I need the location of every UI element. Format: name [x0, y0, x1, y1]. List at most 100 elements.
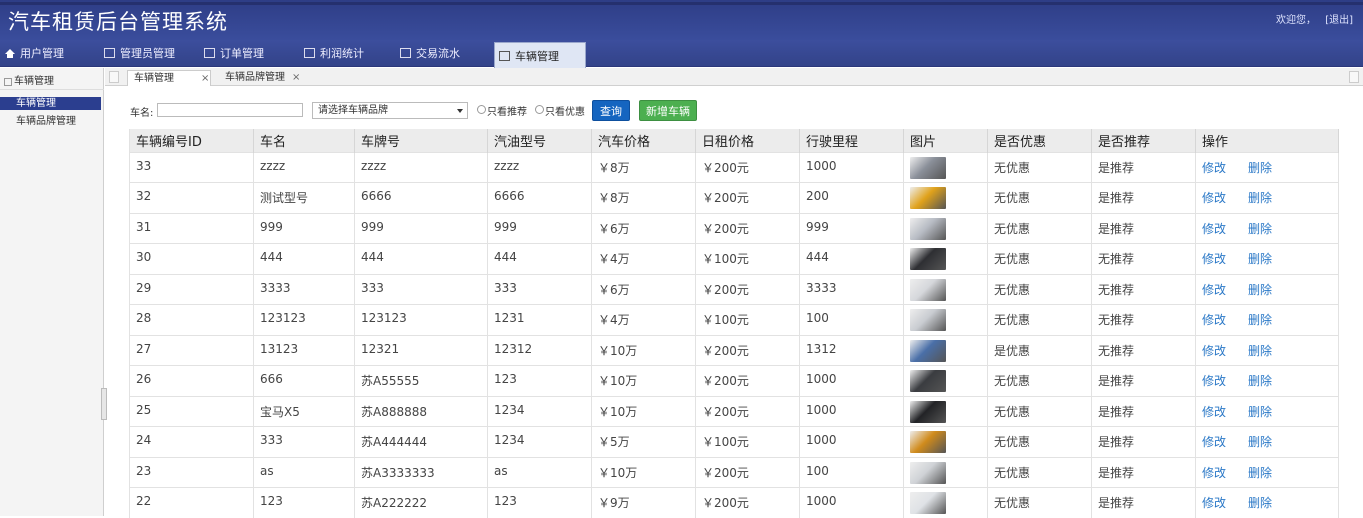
- cell-discount: 无优惠: [988, 396, 1092, 427]
- cell-name: 123: [254, 488, 355, 518]
- cell-image: [904, 183, 988, 214]
- tab-brands[interactable]: 车辆品牌管理 ×: [219, 70, 303, 86]
- cell-price: ￥8万: [592, 183, 696, 214]
- tab-scroll-right[interactable]: [1349, 71, 1359, 83]
- sidebar-heading[interactable]: 车辆管理: [0, 74, 104, 90]
- car-thumbnail[interactable]: [910, 431, 946, 453]
- cell-mileage: 1000: [800, 488, 904, 518]
- car-thumbnail[interactable]: [910, 187, 946, 209]
- delete-link[interactable]: 删除: [1248, 496, 1272, 510]
- nav-item-transactions[interactable]: 交易流水: [396, 40, 494, 67]
- cell-price: ￥6万: [592, 213, 696, 244]
- delete-link[interactable]: 删除: [1248, 466, 1272, 480]
- car-thumbnail[interactable]: [910, 248, 946, 270]
- nav-item-admins[interactable]: 管理员管理: [100, 40, 198, 67]
- brand-select[interactable]: 请选择车辆品牌: [312, 102, 468, 119]
- cell-fuel: 1234: [488, 396, 592, 427]
- column-header: 行驶里程: [800, 129, 904, 152]
- only-discount-radio[interactable]: [535, 105, 544, 114]
- cell-plate: 6666: [355, 183, 488, 214]
- column-header: 日租价格: [696, 129, 800, 152]
- only-recommended-radio[interactable]: [477, 105, 486, 114]
- cell-recommend: 是推荐: [1092, 183, 1196, 214]
- cell-fuel: 444: [488, 244, 592, 275]
- car-thumbnail[interactable]: [910, 462, 946, 484]
- cell-price: ￥5万: [592, 427, 696, 458]
- cell-image: [904, 396, 988, 427]
- car-thumbnail[interactable]: [910, 157, 946, 179]
- tab-scroll-left[interactable]: [109, 71, 119, 83]
- cell-daily: ￥200元: [696, 274, 800, 305]
- edit-link[interactable]: 修改: [1202, 496, 1226, 510]
- cell-plate: 999: [355, 213, 488, 244]
- delete-link[interactable]: 删除: [1248, 435, 1272, 449]
- delete-link[interactable]: 删除: [1248, 161, 1272, 175]
- nav-item-label: 交易流水: [416, 47, 460, 60]
- delete-link[interactable]: 删除: [1248, 191, 1272, 205]
- nav-item-users[interactable]: 用户管理: [0, 40, 98, 67]
- edit-link[interactable]: 修改: [1202, 405, 1226, 419]
- edit-link[interactable]: 修改: [1202, 283, 1226, 297]
- edit-link[interactable]: 修改: [1202, 252, 1226, 266]
- cell-discount: 无优惠: [988, 244, 1092, 275]
- cell-mileage: 1000: [800, 366, 904, 397]
- close-icon[interactable]: ×: [292, 70, 300, 85]
- query-button[interactable]: 查询: [592, 100, 630, 121]
- app-header: 汽车租赁后台管理系统 欢迎您， [退出]: [0, 0, 1363, 40]
- nav-item-orders[interactable]: 订单管理: [200, 40, 298, 67]
- cell-id: 24: [130, 427, 254, 458]
- car-thumbnail[interactable]: [910, 309, 946, 331]
- cell-plate: zzzz: [355, 152, 488, 183]
- sidebar-item-brands[interactable]: 车辆品牌管理: [0, 115, 101, 128]
- delete-link[interactable]: 删除: [1248, 313, 1272, 327]
- column-header: 车辆编号ID: [130, 129, 254, 152]
- edit-link[interactable]: 修改: [1202, 191, 1226, 205]
- sidebar-collapse-handle[interactable]: [101, 388, 107, 420]
- delete-link[interactable]: 删除: [1248, 344, 1272, 358]
- cell-image: [904, 274, 988, 305]
- sidebar-item-vehicles[interactable]: 车辆管理: [0, 97, 101, 110]
- edit-link[interactable]: 修改: [1202, 161, 1226, 175]
- edit-link[interactable]: 修改: [1202, 313, 1226, 327]
- car-thumbnail[interactable]: [910, 279, 946, 301]
- tab-label: 车辆品牌管理: [225, 72, 285, 83]
- search-toolbar: 车名: 请选择车辆品牌 只看推荐 只看优惠 查询 新增车辆: [105, 87, 1363, 125]
- delete-link[interactable]: 删除: [1248, 405, 1272, 419]
- close-icon[interactable]: ×: [201, 71, 209, 86]
- car-thumbnail[interactable]: [910, 401, 946, 423]
- cell-actions: 修改 删除: [1196, 152, 1339, 183]
- cell-name: 333: [254, 427, 355, 458]
- cell-fuel: 12312: [488, 335, 592, 366]
- delete-link[interactable]: 删除: [1248, 374, 1272, 388]
- delete-link[interactable]: 删除: [1248, 222, 1272, 236]
- cell-id: 32: [130, 183, 254, 214]
- edit-link[interactable]: 修改: [1202, 374, 1226, 388]
- logout-link[interactable]: [退出]: [1325, 15, 1353, 26]
- cell-plate: 12321: [355, 335, 488, 366]
- nav-item-vehicles[interactable]: 车辆管理: [494, 42, 586, 68]
- cell-mileage: 1000: [800, 427, 904, 458]
- cell-recommend: 是推荐: [1092, 213, 1196, 244]
- car-name-input[interactable]: [157, 103, 303, 117]
- car-thumbnail[interactable]: [910, 340, 946, 362]
- cell-name: as: [254, 457, 355, 488]
- car-thumbnail[interactable]: [910, 218, 946, 240]
- cell-daily: ￥200元: [696, 183, 800, 214]
- car-thumbnail[interactable]: [910, 370, 946, 392]
- edit-link[interactable]: 修改: [1202, 222, 1226, 236]
- cell-plate: 苏A222222: [355, 488, 488, 518]
- edit-link[interactable]: 修改: [1202, 466, 1226, 480]
- delete-link[interactable]: 删除: [1248, 283, 1272, 297]
- add-vehicle-button[interactable]: 新增车辆: [639, 100, 697, 121]
- cell-fuel: 123: [488, 488, 592, 518]
- tab-bar: 车辆管理 × 车辆品牌管理 ×: [105, 68, 1363, 86]
- car-thumbnail[interactable]: [910, 492, 946, 514]
- cell-daily: ￥200元: [696, 366, 800, 397]
- edit-link[interactable]: 修改: [1202, 344, 1226, 358]
- delete-link[interactable]: 删除: [1248, 252, 1272, 266]
- tab-vehicles[interactable]: 车辆管理 ×: [127, 70, 211, 86]
- nav-item-profit[interactable]: 利润统计: [300, 40, 398, 67]
- cell-daily: ￥100元: [696, 427, 800, 458]
- cell-mileage: 1000: [800, 396, 904, 427]
- edit-link[interactable]: 修改: [1202, 435, 1226, 449]
